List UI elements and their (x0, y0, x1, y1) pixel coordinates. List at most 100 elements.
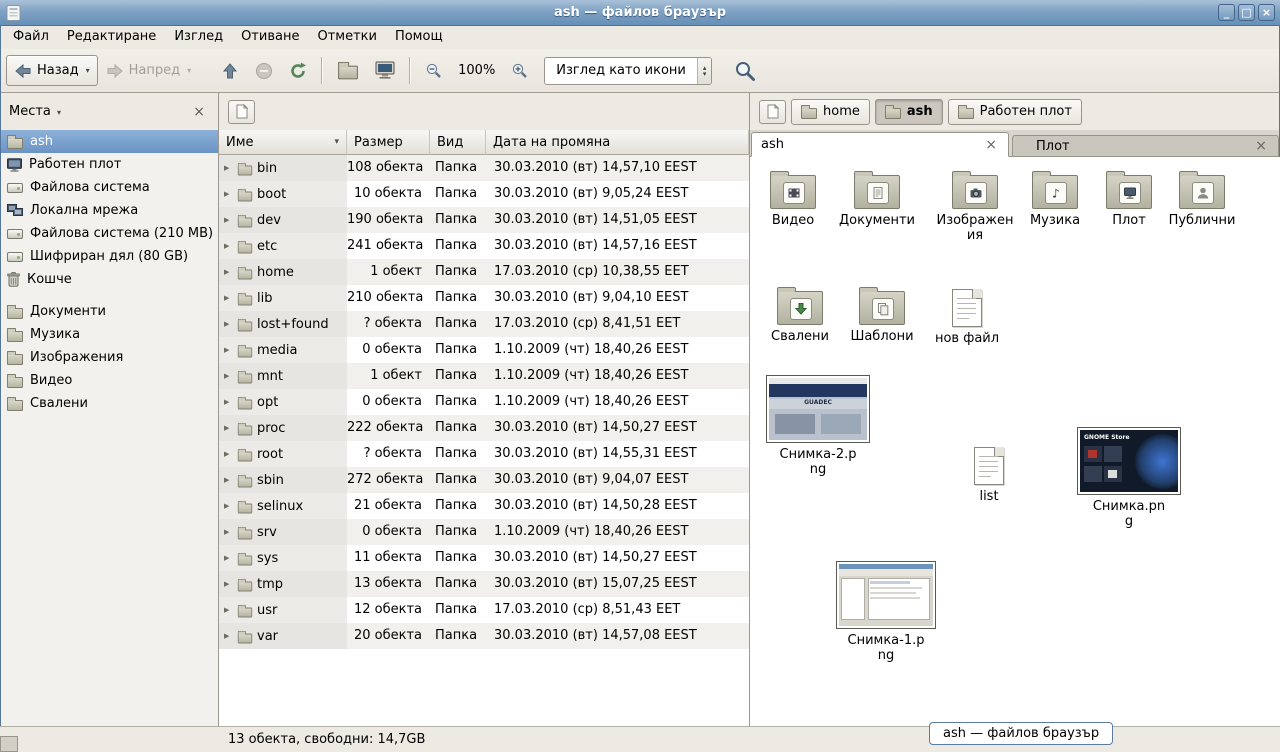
folder-music[interactable]: ♪ Музика (1022, 169, 1088, 228)
file-name-cell[interactable]: ▶usr (219, 597, 347, 623)
expander-icon[interactable]: ▶ (224, 286, 233, 311)
table-row[interactable]: ▶root? обектаПапка30.03.2010 (вт) 14,55,… (219, 441, 749, 467)
location-toggle-button[interactable] (759, 100, 786, 124)
table-row[interactable]: ▶lib210 обектаПапка30.03.2010 (вт) 9,04,… (219, 285, 749, 311)
sidebar-title-dropdown[interactable]: Места ▾ (9, 104, 61, 119)
maximize-button[interactable]: □ (1238, 4, 1255, 21)
table-row[interactable]: ▶sbin272 обектаПапка30.03.2010 (вт) 9,04… (219, 467, 749, 493)
view-mode-select[interactable]: Изглед като икони ▴▾ (544, 57, 712, 85)
expander-icon[interactable]: ▶ (224, 260, 233, 285)
file-name-cell[interactable]: ▶proc (219, 415, 347, 441)
home-button[interactable] (329, 55, 367, 86)
folder-documents[interactable]: Документи (838, 169, 916, 228)
stop-button[interactable] (247, 55, 281, 86)
expander-icon[interactable]: ▶ (224, 442, 233, 467)
folder-pictures[interactable]: Изображения (936, 169, 1014, 243)
expander-icon[interactable]: ▶ (224, 520, 233, 545)
menu-help[interactable]: Помощ (386, 26, 452, 49)
expander-icon[interactable]: ▶ (224, 468, 233, 493)
sidebar-item-trash[interactable]: Кошче (0, 268, 218, 291)
tab-plot[interactable]: Плот × (1012, 135, 1279, 156)
column-header-size[interactable]: Размер (347, 130, 430, 155)
expander-icon[interactable]: ▶ (224, 364, 233, 389)
tab-close-icon[interactable]: × (983, 137, 999, 153)
table-row[interactable]: ▶bin108 обектаПапка30.03.2010 (вт) 14,57… (219, 155, 749, 181)
sidebar-item-encrypted-80gb[interactable]: Шифриран дял (80 GB) (0, 245, 218, 268)
file-name-cell[interactable]: ▶dev (219, 207, 347, 233)
menu-bookmarks[interactable]: Отметки (308, 26, 385, 49)
column-header-name[interactable]: Име ▾ (219, 130, 347, 155)
file-snimka-1[interactable]: Снимка-1.png (831, 561, 941, 663)
file-name-cell[interactable]: ▶sbin (219, 467, 347, 493)
close-button[interactable]: × (1258, 4, 1275, 21)
file-name-cell[interactable]: ▶boot (219, 181, 347, 207)
back-button[interactable]: Назад ▾ (6, 55, 98, 86)
file-name-cell[interactable]: ▶media (219, 337, 347, 363)
breadcrumb-home[interactable]: home (791, 99, 870, 125)
expander-icon[interactable]: ▶ (224, 494, 233, 519)
table-row[interactable]: ▶media0 обектаПапка1.10.2009 (чт) 18,40,… (219, 337, 749, 363)
expander-icon[interactable]: ▶ (224, 572, 233, 597)
zoom-in-button[interactable] (503, 55, 536, 86)
reload-button[interactable] (281, 55, 315, 86)
taskbar-window-label[interactable]: ash — файлов браузър (929, 722, 1113, 745)
file-name-cell[interactable]: ▶tmp (219, 571, 347, 597)
breadcrumb-ash[interactable]: ash (875, 99, 943, 125)
menu-edit[interactable]: Редактиране (58, 26, 165, 49)
minimize-button[interactable]: _ (1218, 4, 1235, 21)
folder-video[interactable]: Видео (754, 169, 832, 228)
tab-ash[interactable]: ash × (751, 132, 1009, 157)
column-header-type[interactable]: Вид (430, 130, 486, 155)
folder-downloads[interactable]: Свалени (761, 285, 839, 344)
sidebar-item-volume-210mb[interactable]: Файлова система (210 MB) (0, 222, 218, 245)
forward-button[interactable]: Напред ▾ (98, 55, 200, 86)
sidebar-item-network[interactable]: Локална мрежа (0, 199, 218, 222)
sidebar-item-videos[interactable]: Видео (0, 369, 218, 392)
sidebar-item-ash[interactable]: ash (0, 130, 218, 153)
file-name-cell[interactable]: ▶root (219, 441, 347, 467)
expander-icon[interactable]: ▶ (224, 546, 233, 571)
sidebar-item-desktop[interactable]: Работен плот (0, 153, 218, 176)
table-row[interactable]: ▶proc222 обектаПапка30.03.2010 (вт) 14,5… (219, 415, 749, 441)
table-row[interactable]: ▶usr12 обектаПапка17.03.2010 (ср) 8,51,4… (219, 597, 749, 623)
table-row[interactable]: ▶srv0 обектаПапка1.10.2009 (чт) 18,40,26… (219, 519, 749, 545)
file-name-cell[interactable]: ▶lib (219, 285, 347, 311)
sidebar-item-pictures[interactable]: Изображения (0, 346, 218, 369)
location-toggle-button[interactable] (228, 100, 255, 124)
menu-file[interactable]: Файл (4, 26, 58, 49)
menu-view[interactable]: Изглед (165, 26, 232, 49)
table-row[interactable]: ▶selinux21 обектаПапка30.03.2010 (вт) 14… (219, 493, 749, 519)
table-row[interactable]: ▶boot10 обектаПапка30.03.2010 (вт) 9,05,… (219, 181, 749, 207)
expander-icon[interactable]: ▶ (224, 182, 233, 207)
icon-view-canvas[interactable]: Видео Документи Изображения ♪ (750, 157, 1280, 726)
file-name-cell[interactable]: ▶var (219, 623, 347, 649)
titlebar[interactable]: ash — файлов браузър _ □ × (0, 0, 1280, 26)
file-snimka-2[interactable]: GUADEC Снимка-2.png (763, 375, 873, 477)
sidebar-item-music[interactable]: Музика (0, 323, 218, 346)
folder-desktop[interactable]: Плот (1096, 169, 1162, 228)
computer-button[interactable] (367, 55, 403, 86)
table-row[interactable]: ▶tmp13 обектаПапка30.03.2010 (вт) 15,07,… (219, 571, 749, 597)
expander-icon[interactable]: ▶ (224, 156, 233, 181)
table-row[interactable]: ▶lost+found? обектаПапка17.03.2010 (ср) … (219, 311, 749, 337)
expander-icon[interactable]: ▶ (224, 624, 233, 649)
file-name-cell[interactable]: ▶bin (219, 155, 347, 181)
sidebar-item-downloads[interactable]: Свалени (0, 392, 218, 415)
table-row[interactable]: ▶opt0 обектаПапка1.10.2009 (чт) 18,40,26… (219, 389, 749, 415)
file-name-cell[interactable]: ▶srv (219, 519, 347, 545)
file-name-cell[interactable]: ▶selinux (219, 493, 347, 519)
expander-icon[interactable]: ▶ (224, 416, 233, 441)
table-row[interactable]: ▶mnt1 обектПапка1.10.2009 (чт) 18,40,26 … (219, 363, 749, 389)
file-name-cell[interactable]: ▶home (219, 259, 347, 285)
sidebar-close-icon[interactable]: × (189, 104, 209, 120)
sidebar-item-documents[interactable]: Документи (0, 300, 218, 323)
window-menu-icon[interactable] (5, 4, 23, 22)
expander-icon[interactable]: ▶ (224, 234, 233, 259)
file-name-cell[interactable]: ▶lost+found (219, 311, 347, 337)
sidebar-item-filesystem[interactable]: Файлова система (0, 176, 218, 199)
expander-icon[interactable]: ▶ (224, 338, 233, 363)
file-new-file[interactable]: нов файл (928, 285, 1006, 346)
panel-stub[interactable] (0, 736, 18, 752)
file-snimka[interactable]: GNOME Store Снимка.png (1074, 427, 1184, 529)
breadcrumb-desktop[interactable]: Работен плот (948, 99, 1082, 125)
